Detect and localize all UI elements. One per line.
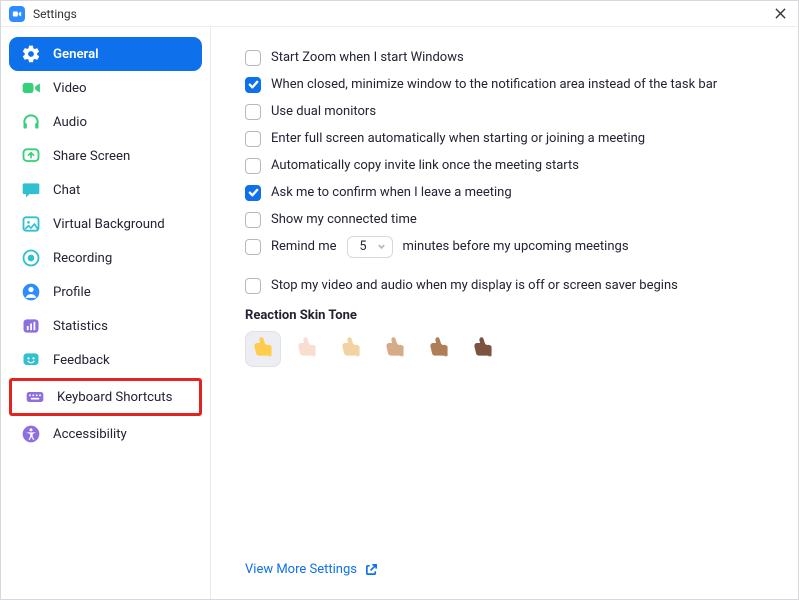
- thumbs-up-icon: [338, 334, 364, 364]
- sidebar-item-label: Feedback: [53, 353, 110, 368]
- checkbox[interactable]: [245, 158, 261, 174]
- option-label: Use dual monitors: [271, 104, 376, 119]
- select-value: 5: [354, 239, 373, 254]
- person-icon: [21, 282, 41, 302]
- skin-tone-option[interactable]: [333, 331, 369, 367]
- option-dual-monitors[interactable]: Use dual monitors: [245, 99, 770, 124]
- external-link-icon: [365, 563, 378, 576]
- option-remind-me[interactable]: Remind me 5 minutes before my upcoming m…: [245, 234, 770, 259]
- option-label: Enter full screen automatically when sta…: [271, 131, 645, 146]
- sidebar-item-share-screen[interactable]: Share Screen: [9, 139, 202, 173]
- option-label: minutes before my upcoming meetings: [403, 239, 629, 254]
- window-title: Settings: [33, 7, 77, 21]
- option-show-connected-time[interactable]: Show my connected time: [245, 207, 770, 232]
- accessibility-icon: [21, 424, 41, 444]
- option-minimize-to-tray[interactable]: When closed, minimize window to the noti…: [245, 72, 770, 97]
- sidebar-item-audio[interactable]: Audio: [9, 105, 202, 139]
- zoom-app-icon: [9, 6, 25, 22]
- stats-icon: [21, 316, 41, 336]
- gear-icon: [21, 44, 41, 64]
- checkbox[interactable]: [245, 212, 261, 228]
- skin-tone-option[interactable]: [289, 331, 325, 367]
- option-full-screen-auto[interactable]: Enter full screen automatically when sta…: [245, 126, 770, 151]
- option-label: Show my connected time: [271, 212, 417, 227]
- sidebar-item-profile[interactable]: Profile: [9, 275, 202, 309]
- thumbs-up-icon: [470, 334, 496, 364]
- reaction-skin-tone-title: Reaction Skin Tone: [245, 308, 770, 323]
- skin-tone-option[interactable]: [245, 331, 281, 367]
- sidebar-item-label: Virtual Background: [53, 217, 165, 232]
- sidebar-item-label: Chat: [53, 183, 80, 198]
- sidebar-item-label: Audio: [53, 115, 87, 130]
- option-start-with-windows[interactable]: Start Zoom when I start Windows: [245, 45, 770, 70]
- share-screen-icon: [21, 146, 41, 166]
- checkbox[interactable]: [245, 239, 261, 255]
- thumbs-up-icon: [382, 334, 408, 364]
- thumbs-up-icon: [426, 334, 452, 364]
- content-panel: Start Zoom when I start Windows When clo…: [211, 27, 798, 599]
- video-icon: [21, 78, 41, 98]
- feedback-icon: [21, 350, 41, 370]
- remind-minutes-select[interactable]: 5: [347, 236, 393, 258]
- highlight-keyboard-shortcuts: Keyboard Shortcuts: [9, 378, 202, 416]
- option-stop-video-audio[interactable]: Stop my video and audio when my display …: [245, 273, 770, 298]
- sidebar-item-virtual-background[interactable]: Virtual Background: [9, 207, 202, 241]
- sidebar: General Video Audio Share Screen: [1, 27, 211, 599]
- close-button[interactable]: [770, 4, 790, 24]
- checkbox[interactable]: [245, 185, 261, 201]
- option-label: When closed, minimize window to the noti…: [271, 77, 717, 92]
- sidebar-item-label: Share Screen: [53, 149, 130, 164]
- titlebar: Settings: [1, 1, 798, 27]
- sidebar-item-accessibility[interactable]: Accessibility: [9, 417, 202, 451]
- chevron-down-icon: [377, 242, 386, 251]
- option-label: Start Zoom when I start Windows: [271, 50, 464, 65]
- option-label: Ask me to confirm when I leave a meeting: [271, 185, 512, 200]
- checkbox[interactable]: [245, 104, 261, 120]
- sidebar-item-label: Video: [53, 81, 87, 96]
- sidebar-item-recording[interactable]: Recording: [9, 241, 202, 275]
- sidebar-item-label: Keyboard Shortcuts: [57, 390, 172, 405]
- keyboard-icon: [25, 387, 45, 407]
- recording-icon: [21, 248, 41, 268]
- thumbs-up-icon: [294, 334, 320, 364]
- sidebar-item-label: Recording: [53, 251, 112, 266]
- thumbs-up-icon: [250, 334, 276, 364]
- chat-icon: [21, 180, 41, 200]
- checkbox[interactable]: [245, 50, 261, 66]
- sidebar-item-label: General: [53, 47, 99, 62]
- reaction-tones: [245, 331, 770, 367]
- sidebar-item-keyboard-shortcuts[interactable]: Keyboard Shortcuts: [13, 382, 198, 412]
- option-confirm-leave[interactable]: Ask me to confirm when I leave a meeting: [245, 180, 770, 205]
- settings-window: Settings General Video: [0, 0, 799, 600]
- skin-tone-option[interactable]: [421, 331, 457, 367]
- sidebar-item-label: Profile: [53, 285, 91, 300]
- checkbox[interactable]: [245, 77, 261, 93]
- view-more-settings-link[interactable]: View More Settings: [245, 554, 770, 583]
- option-copy-invite[interactable]: Automatically copy invite link once the …: [245, 153, 770, 178]
- sidebar-item-chat[interactable]: Chat: [9, 173, 202, 207]
- option-label: Automatically copy invite link once the …: [271, 158, 579, 173]
- sidebar-item-label: Accessibility: [53, 427, 127, 442]
- headphones-icon: [21, 112, 41, 132]
- checkbox[interactable]: [245, 131, 261, 147]
- sidebar-item-general[interactable]: General: [9, 37, 202, 71]
- sidebar-item-feedback[interactable]: Feedback: [9, 343, 202, 377]
- option-label: Stop my video and audio when my display …: [271, 278, 678, 293]
- link-label: View More Settings: [245, 562, 357, 577]
- image-icon: [21, 214, 41, 234]
- skin-tone-option[interactable]: [377, 331, 413, 367]
- checkbox[interactable]: [245, 278, 261, 294]
- option-label: Remind me: [271, 239, 337, 254]
- sidebar-item-label: Statistics: [53, 319, 108, 334]
- skin-tone-option[interactable]: [465, 331, 501, 367]
- sidebar-item-video[interactable]: Video: [9, 71, 202, 105]
- sidebar-item-statistics[interactable]: Statistics: [9, 309, 202, 343]
